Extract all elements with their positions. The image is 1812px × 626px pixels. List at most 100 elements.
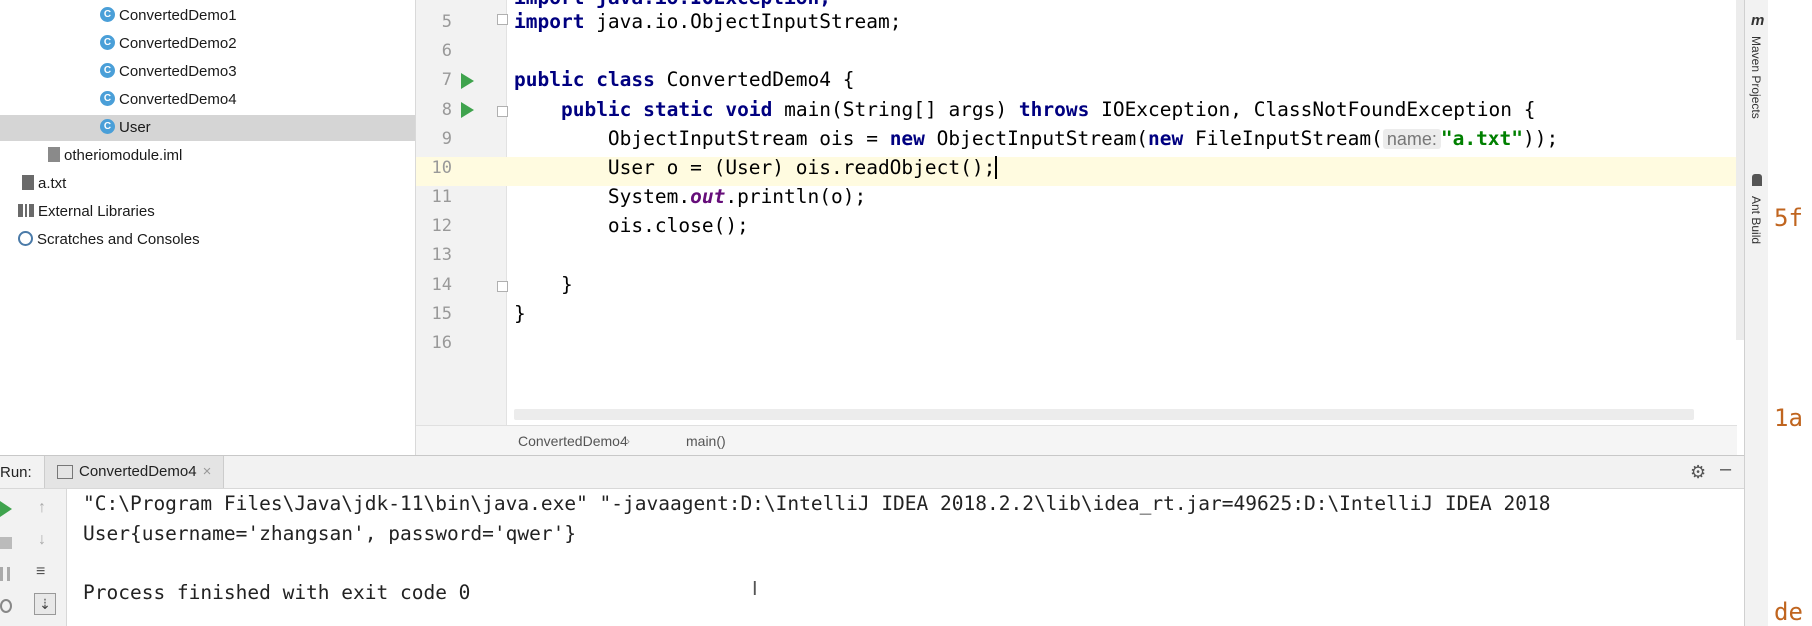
run-label: Run: (0, 464, 32, 481)
tree-item-external-libraries[interactable]: External Libraries (18, 199, 155, 225)
static-field: out (690, 185, 726, 208)
tree-item-converteddemo3[interactable]: C ConvertedDemo3 (100, 59, 237, 85)
code-text: ConvertedDemo4 { (654, 68, 855, 91)
maven-projects-tab[interactable]: Maven Projects (1749, 36, 1763, 119)
code-text: IOException, ClassNotFoundException { (1089, 98, 1536, 121)
scroll-to-end-icon[interactable]: ⇣ (34, 593, 56, 615)
parameter-hint: name: (1382, 129, 1441, 149)
scratch-icon (18, 230, 33, 246)
line-number: 8 (441, 100, 452, 120)
keyword: class (596, 68, 655, 91)
code-text: .println(o); (725, 185, 867, 208)
keyword: static (643, 98, 714, 121)
fold-icon[interactable] (497, 106, 508, 117)
breadcrumb-separator-icon: › (626, 434, 630, 448)
tree-item-iml[interactable]: otheriomodule.iml (48, 143, 182, 169)
horizontal-scrollbar[interactable] (514, 409, 1694, 420)
code-line-7: public class ConvertedDemo4 { (514, 68, 855, 91)
tree-item-converteddemo1[interactable]: C ConvertedDemo1 (100, 3, 237, 29)
code-line-8: public static void main(String[] args) t… (514, 98, 1536, 121)
scroll-down-icon[interactable]: ↓ (38, 531, 46, 549)
scroll-up-icon[interactable]: ↑ (38, 499, 46, 517)
line-number: 6 (441, 41, 452, 61)
code-line-9: ObjectInputStream ois = new ObjectInputS… (514, 127, 1558, 150)
code-line-14: } (514, 273, 573, 296)
maven-icon: m (1751, 12, 1765, 29)
code-text: } (560, 273, 573, 296)
tree-item-label: ConvertedDemo4 (119, 91, 237, 108)
code-text: import java.io.IOException; (514, 0, 831, 9)
tree-item-scratches[interactable]: Scratches and Consoles (18, 227, 200, 253)
tree-item-label: User (119, 119, 151, 136)
class-icon: C (100, 90, 115, 106)
background-text: de (1774, 598, 1803, 626)
console-icon (57, 465, 73, 480)
line-number: 10 (431, 158, 452, 178)
code-line-15: } (514, 302, 526, 325)
fold-icon[interactable] (497, 281, 508, 292)
soft-wrap-icon[interactable]: ≡ (36, 563, 45, 581)
run-method-icon[interactable] (461, 102, 474, 118)
text-file-icon (22, 174, 34, 190)
string-literal: "a.txt" (1440, 127, 1524, 150)
line-number: 11 (431, 187, 452, 207)
background-text: 1a (1774, 404, 1803, 432)
run-class-icon[interactable] (461, 73, 474, 89)
class-icon: C (100, 34, 115, 50)
code-line-11: System.out.println(o); (514, 185, 866, 208)
keyword: import (514, 10, 585, 33)
tree-item-user[interactable]: C User (0, 115, 415, 141)
run-tab-label: ConvertedDemo4 (79, 463, 197, 480)
code-text: User o = (User) ois.readObject(); (607, 156, 996, 179)
breadcrumb-class[interactable]: ConvertedDemo4 (518, 426, 628, 456)
code-editor[interactable] (507, 0, 1737, 425)
class-icon: C (100, 62, 115, 78)
code-line-4: import java.io.IOException; (514, 0, 831, 9)
line-number: 15 (431, 304, 452, 324)
tree-item-converteddemo4[interactable]: C ConvertedDemo4 (100, 87, 237, 113)
ant-build-tab[interactable]: Ant Build (1749, 196, 1763, 244)
keyword: throws (1018, 98, 1090, 121)
tree-item-label: ConvertedDemo3 (119, 63, 237, 80)
line-number: 12 (431, 216, 452, 236)
run-tab[interactable]: ConvertedDemo4 × (44, 456, 225, 488)
pause-icon[interactable] (0, 567, 10, 581)
tree-item-label: External Libraries (38, 203, 155, 220)
console-line-command: "C:\Program Files\Java\jdk-11\bin\java.e… (83, 492, 1551, 515)
breadcrumb-method[interactable]: main() (686, 426, 726, 456)
tree-item-converteddemo2[interactable]: C ConvertedDemo2 (100, 31, 237, 57)
line-number: 7 (441, 70, 452, 90)
vertical-scrollbar[interactable] (1736, 0, 1744, 340)
gear-icon[interactable]: ⚙ (1690, 462, 1706, 483)
run-panel-header: Run: ConvertedDemo4 × ⚙ – (0, 455, 1744, 489)
background-text: 5f (1774, 204, 1803, 232)
keyword: public (514, 68, 585, 91)
code-text: FileInputStream( (1183, 127, 1383, 150)
text-cursor (995, 156, 998, 179)
tree-item-label: ConvertedDemo1 (119, 7, 237, 24)
code-text: } (514, 302, 526, 325)
line-number: 9 (441, 129, 452, 149)
tree-item-a-txt[interactable]: a.txt (22, 171, 66, 197)
fold-icon[interactable] (497, 14, 508, 25)
tree-item-label: Scratches and Consoles (37, 231, 200, 248)
project-tree: C ConvertedDemo1 C ConvertedDemo2 C Convert… (0, 0, 416, 455)
text-cursor-icon: I (752, 578, 758, 600)
code-text: main(String[] args) (772, 98, 1019, 121)
code-line-5: import java.io.ObjectInputStream; (514, 10, 901, 33)
camera-icon[interactable] (0, 599, 12, 613)
code-text: ois.close(); (607, 214, 749, 237)
breadcrumb: ConvertedDemo4 › main() (416, 425, 1737, 456)
line-number: 13 (431, 245, 452, 265)
code-text: ObjectInputStream( (924, 127, 1148, 150)
stop-icon[interactable] (0, 537, 12, 549)
close-icon[interactable]: × (203, 463, 212, 480)
minimize-icon[interactable]: – (1720, 458, 1731, 481)
line-number: 16 (431, 333, 452, 353)
code-text: System. (607, 185, 691, 208)
line-number: 5 (441, 12, 452, 32)
rerun-icon[interactable] (0, 501, 12, 517)
console-line-output: User{username='zhangsan', password='qwer… (83, 522, 577, 545)
ant-icon (1752, 174, 1762, 186)
code-text: ObjectInputStream ois = (607, 127, 890, 150)
